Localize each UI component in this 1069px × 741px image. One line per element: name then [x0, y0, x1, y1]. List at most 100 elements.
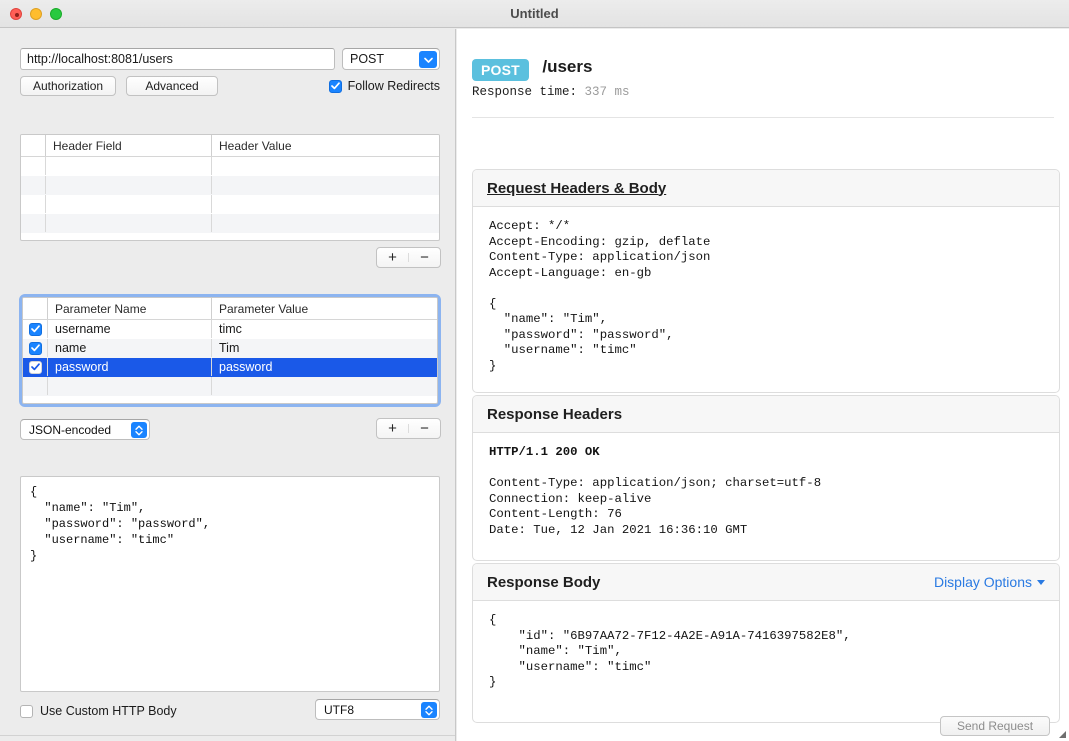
header-value-cell[interactable] [212, 176, 439, 194]
headers-table[interactable]: Header Field Header Value [20, 134, 440, 241]
table-row[interactable] [21, 214, 439, 233]
http-method-select[interactable]: POST [342, 48, 440, 70]
card-header: Response Body Display Options [473, 564, 1059, 601]
param-name-cell[interactable]: username [48, 320, 211, 338]
param-value-cell[interactable]: timc [212, 320, 437, 338]
request-headers-body-card: Request Headers & Body Accept: */* Accep… [472, 169, 1060, 393]
close-window-button[interactable] [10, 8, 22, 20]
row-checkbox-cell[interactable] [23, 377, 47, 395]
request-options-row: Authorization Advanced Follow Redirects [20, 76, 440, 96]
param-encoding-value: JSON-encoded [29, 422, 112, 437]
remove-parameter-button[interactable]: − [409, 419, 440, 438]
window-title: Untitled [510, 6, 559, 21]
header-field-cell[interactable] [46, 176, 211, 194]
traffic-lights [10, 8, 62, 20]
status-line: HTTP/1.1 200 OK [489, 445, 600, 459]
follow-redirects-checkbox[interactable] [328, 79, 342, 93]
response-headers-card-body: HTTP/1.1 200 OK Content-Type: applicatio… [473, 433, 1059, 550]
send-request-button[interactable]: Send Request [940, 716, 1050, 736]
header-value-cell[interactable] [212, 157, 439, 175]
authorization-button[interactable]: Authorization [20, 76, 117, 96]
table-row[interactable] [21, 157, 439, 176]
response-body-text: { "id": "6B97AA72-7F12-4A2E-A91A-7416397… [489, 613, 851, 689]
zoom-window-button[interactable] [50, 8, 62, 20]
param-enabled-checkbox[interactable] [28, 322, 42, 336]
params-table-header: Parameter Name Parameter Value [23, 298, 437, 320]
title-bar: Untitled [0, 0, 1069, 28]
headers-value-column-header: Header Value [219, 138, 292, 153]
minimize-window-button[interactable] [30, 8, 42, 20]
param-value-cell[interactable] [212, 377, 437, 395]
request-editor-panel: POST Authorization Advanced Follow Redir… [0, 29, 456, 741]
header-field-cell[interactable] [46, 195, 211, 213]
response-method-badge: POST [472, 59, 529, 81]
param-enabled-checkbox[interactable] [28, 360, 42, 374]
table-row[interactable]: username timc [23, 320, 437, 339]
card-header: Request Headers & Body [473, 170, 1059, 207]
table-row[interactable] [23, 377, 437, 396]
table-row[interactable] [21, 195, 439, 214]
follow-redirects-control[interactable]: Follow Redirects [328, 79, 440, 93]
follow-redirects-label: Follow Redirects [347, 79, 440, 93]
up-down-chevron-icon [131, 422, 147, 438]
add-parameter-button[interactable]: + [377, 419, 408, 438]
param-name-cell[interactable]: name [48, 339, 211, 357]
response-time: Response time: 337 ms [472, 85, 630, 99]
params-add-remove-group[interactable]: + − [376, 418, 441, 439]
url-input[interactable] [20, 48, 335, 70]
response-path: /users [542, 57, 593, 76]
caret-down-icon [1037, 579, 1045, 585]
app-window: Untitled POST Authorization Advanced Fol… [0, 0, 1069, 741]
display-options-label: Display Options [933, 574, 1032, 590]
headers-table-header: Header Field Header Value [21, 135, 439, 157]
param-value-cell[interactable]: password [212, 358, 437, 376]
header-value-cell[interactable] [212, 195, 439, 213]
display-options-button[interactable]: Display Options [934, 574, 1045, 590]
table-row-selected[interactable]: password password [23, 358, 437, 377]
response-time-value: 337 ms [584, 85, 630, 99]
header-field-cell[interactable] [46, 157, 211, 175]
http-method-value: POST [350, 52, 385, 66]
row-checkbox-cell[interactable] [23, 358, 47, 376]
params-check-column-header [23, 298, 47, 319]
param-name-cell[interactable] [48, 377, 211, 395]
use-custom-body-control[interactable]: Use Custom HTTP Body [20, 704, 177, 718]
headers-add-remove-group[interactable]: + − [376, 247, 441, 268]
card-header: Response Headers [473, 396, 1059, 433]
response-panel: POST /users Response time: 337 ms Reques… [457, 29, 1069, 741]
header-divider [472, 117, 1054, 118]
table-row[interactable]: name Tim [23, 339, 437, 358]
param-value-cell[interactable]: Tim [212, 339, 437, 357]
row-checkbox-cell [21, 176, 45, 194]
headers-field-column-header: Header Field [53, 138, 122, 153]
parameters-table[interactable]: Parameter Name Parameter Value username … [22, 297, 438, 404]
row-checkbox-cell [21, 195, 45, 213]
row-checkbox-cell [21, 214, 45, 232]
response-headers-card: Response Headers HTTP/1.1 200 OK Content… [472, 395, 1060, 561]
request-card-body: Accept: */* Accept-Encoding: gzip, defla… [489, 219, 711, 373]
param-name-column-header: Parameter Name [55, 301, 147, 316]
footer-divider [0, 735, 455, 736]
use-custom-body-checkbox[interactable] [20, 704, 33, 718]
header-value-cell[interactable] [212, 214, 439, 232]
http-body-editor[interactable]: { "name": "Tim", "password": "password",… [20, 476, 440, 692]
param-enabled-checkbox[interactable] [28, 341, 42, 355]
row-checkbox-cell [21, 157, 45, 175]
remove-header-button[interactable]: − [409, 248, 440, 267]
row-checkbox-cell[interactable] [23, 339, 47, 357]
charset-select[interactable]: UTF8 [315, 699, 440, 720]
row-checkbox-cell[interactable] [23, 320, 47, 338]
headers-check-column-header [21, 135, 45, 156]
response-headers-text: Content-Type: application/json; charset=… [489, 476, 822, 537]
charset-value: UTF8 [324, 702, 354, 717]
param-name-cell[interactable]: password [48, 358, 211, 376]
resize-grip-icon[interactable] [1055, 727, 1067, 739]
table-row[interactable] [21, 176, 439, 195]
add-header-button[interactable]: + [377, 248, 408, 267]
request-card-title: Request Headers & Body [487, 179, 667, 197]
response-body-card: Response Body Display Options { "id": "6… [472, 563, 1060, 723]
advanced-button[interactable]: Advanced [126, 76, 219, 96]
header-field-cell[interactable] [46, 214, 211, 232]
response-headers-card-title: Response Headers [487, 405, 623, 423]
param-encoding-select[interactable]: JSON-encoded [20, 419, 150, 440]
